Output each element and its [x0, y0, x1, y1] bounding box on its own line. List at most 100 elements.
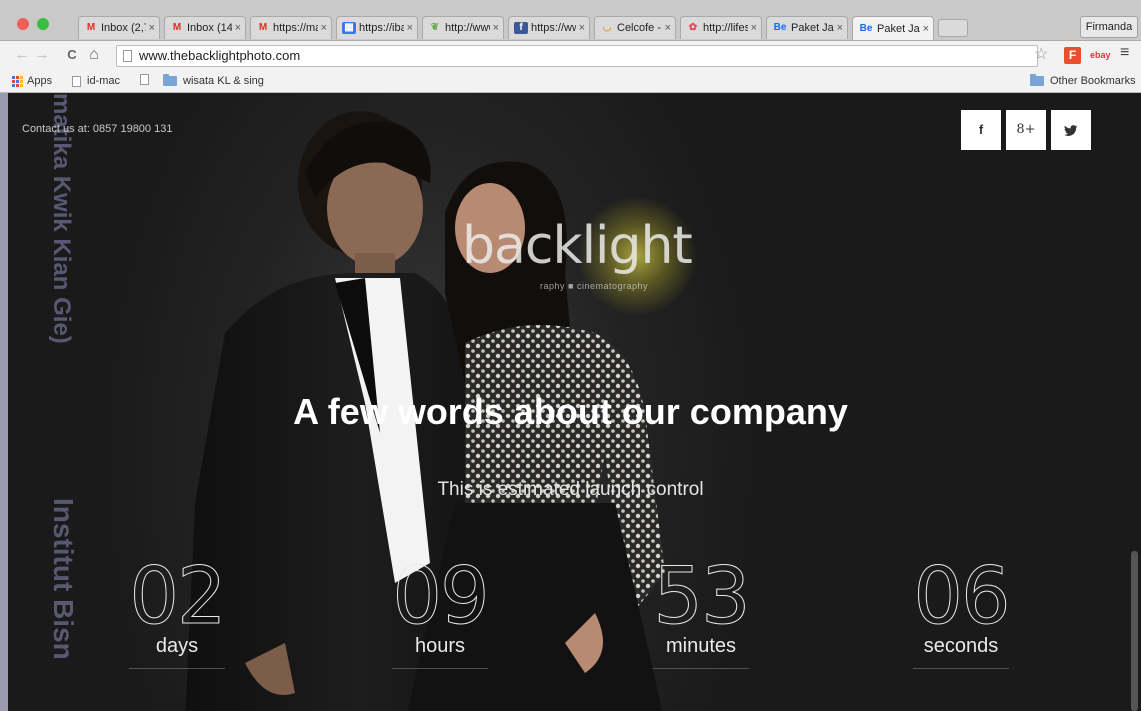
divider	[129, 668, 225, 669]
close-icon[interactable]: ×	[235, 22, 241, 34]
gmail-icon: M	[172, 22, 182, 33]
tab-title: Inbox (14)	[187, 22, 232, 34]
tab-5[interactable]: f https://ww ×	[508, 16, 590, 39]
countdown-label: minutes	[665, 635, 737, 657]
divider	[392, 668, 488, 669]
tab-bar: M Inbox (2,70 × M Inbox (14) × M https:/…	[0, 0, 1141, 41]
twitter-icon	[1064, 124, 1078, 136]
bookmark-label: wisata KL & sing	[183, 75, 264, 87]
tab-3[interactable]: ▦ https://iba ×	[336, 16, 418, 39]
countdown-days: 02 days	[102, 553, 252, 669]
tab-title: Paket Jasa	[877, 22, 920, 35]
bookmark-label: id-mac	[87, 75, 121, 87]
tab-title: https://ma	[273, 22, 318, 34]
tab-title: http://lifest	[703, 22, 748, 34]
watermark-line-2: Institut Bisn	[48, 498, 78, 660]
tab-strip: M Inbox (2,70 × M Inbox (14) × M https:/…	[78, 16, 968, 40]
tab-title: Inbox (2,70	[101, 22, 146, 34]
tab-9-active[interactable]: Be Paket Jasa ×	[852, 16, 934, 40]
calendar-icon: ▦	[342, 22, 356, 34]
google-plus-button[interactable]: 8+	[1006, 110, 1046, 150]
close-icon[interactable]: ×	[579, 22, 585, 34]
tab-2[interactable]: M https://ma ×	[250, 16, 332, 39]
page-icon	[72, 75, 81, 87]
tab-6[interactable]: ◡ Celcofe - I ×	[594, 16, 676, 39]
countdown-seconds: 06 seconds	[886, 553, 1036, 669]
countdown-minutes: 53 minutes	[626, 553, 776, 669]
extension-ebay-icon[interactable]: ebay	[1090, 50, 1111, 60]
tab-8[interactable]: Be Paket Jasa ×	[766, 16, 848, 39]
bookmark-star-icon[interactable]: ☆	[1034, 44, 1048, 64]
facebook-button[interactable]: f	[961, 110, 1001, 150]
close-icon[interactable]: ×	[407, 22, 413, 34]
facebook-icon: f	[978, 122, 984, 137]
chrome-menu-icon[interactable]: ≡	[1120, 44, 1129, 62]
countdown-value: 09	[392, 552, 490, 642]
forward-button[interactable]: →	[32, 45, 52, 65]
bookmark-blank[interactable]	[140, 74, 155, 85]
profile-button[interactable]: Firmanda	[1080, 16, 1138, 38]
behance-icon: Be	[859, 22, 873, 34]
tab-1[interactable]: M Inbox (14) ×	[164, 16, 246, 39]
pinwheel-icon: ✿	[688, 22, 698, 33]
tab-title: https://ww	[531, 22, 576, 34]
divider	[913, 668, 1009, 669]
tab-title: Celcofe - I	[617, 22, 662, 34]
countdown-value: 06	[913, 552, 1011, 642]
countdown-hours: 09 hours	[365, 553, 515, 669]
webpage: ah Informatika Kwik Kian Gie) Institut B…	[0, 93, 1141, 711]
folder-icon	[163, 74, 177, 86]
site-logo[interactable]: backlight	[462, 216, 693, 276]
tab-title: Paket Jasa	[791, 22, 834, 34]
behance-icon: Be	[773, 22, 787, 33]
google-plus-icon: 8+	[1016, 122, 1036, 137]
extension-f-icon[interactable]: F	[1064, 47, 1081, 64]
home-button[interactable]: ⌂	[84, 45, 104, 65]
url-text: www.thebacklightphoto.com	[139, 48, 301, 63]
countdown-label: seconds	[923, 635, 999, 657]
close-icon[interactable]: ×	[493, 22, 499, 34]
bookmark-label: Apps	[27, 75, 53, 87]
countdown-value: 02	[129, 552, 227, 642]
page-icon	[123, 50, 132, 62]
close-icon[interactable]: ×	[751, 22, 757, 34]
bookmarks-bar: Apps id-mac wisata KL & sing Other Bookm…	[0, 71, 1141, 93]
tab-title: https://iba	[359, 22, 404, 34]
close-icon[interactable]: ×	[665, 22, 671, 34]
close-icon[interactable]: ×	[837, 22, 843, 34]
page-title: A few words about our company	[293, 391, 848, 432]
contact-info: Contact us at: 0857 19800 131	[22, 123, 173, 135]
gmail-icon: M	[258, 22, 268, 33]
countdown-label: hours	[414, 635, 466, 657]
tab-0[interactable]: M Inbox (2,70 ×	[78, 16, 160, 39]
bookmark-other[interactable]: Other Bookmarks	[1030, 74, 1136, 88]
bookmark-wisata[interactable]: wisata KL & sing	[163, 74, 264, 88]
tab-4[interactable]: ❦ http://www ×	[422, 16, 504, 39]
subtitle: This is estimated launch control	[437, 479, 704, 500]
close-icon[interactable]: ×	[923, 23, 929, 35]
bookmark-id-mac[interactable]: id-mac	[72, 74, 120, 88]
close-window-button[interactable]	[17, 18, 29, 30]
browser-toolbar: ← → C ⌂ www.thebacklightphoto.com	[0, 41, 1141, 71]
close-icon[interactable]: ×	[149, 22, 155, 34]
facebook-icon: f	[514, 22, 528, 34]
back-button[interactable]: ←	[12, 45, 32, 65]
divider	[653, 668, 749, 669]
bookmark-label: Other Bookmarks	[1050, 75, 1136, 87]
bookmark-apps[interactable]: Apps	[12, 74, 52, 88]
close-icon[interactable]: ×	[321, 22, 327, 34]
apps-icon	[12, 75, 23, 87]
address-bar[interactable]: www.thebacklightphoto.com	[116, 45, 1038, 67]
tab-7[interactable]: ✿ http://lifest ×	[680, 16, 762, 39]
reload-button[interactable]: C	[62, 45, 82, 65]
page-icon	[140, 74, 149, 85]
scrollbar[interactable]	[1131, 551, 1138, 711]
twitter-button[interactable]	[1051, 110, 1091, 150]
folder-icon	[1030, 74, 1044, 86]
cake-icon: ◡	[602, 22, 612, 33]
zoom-window-button[interactable]	[37, 18, 49, 30]
countdown-value: 53	[653, 552, 751, 642]
logo-tagline: raphy ■ cinematography	[540, 281, 648, 291]
tab-title: http://www	[445, 22, 490, 34]
new-tab-button[interactable]	[938, 19, 968, 37]
